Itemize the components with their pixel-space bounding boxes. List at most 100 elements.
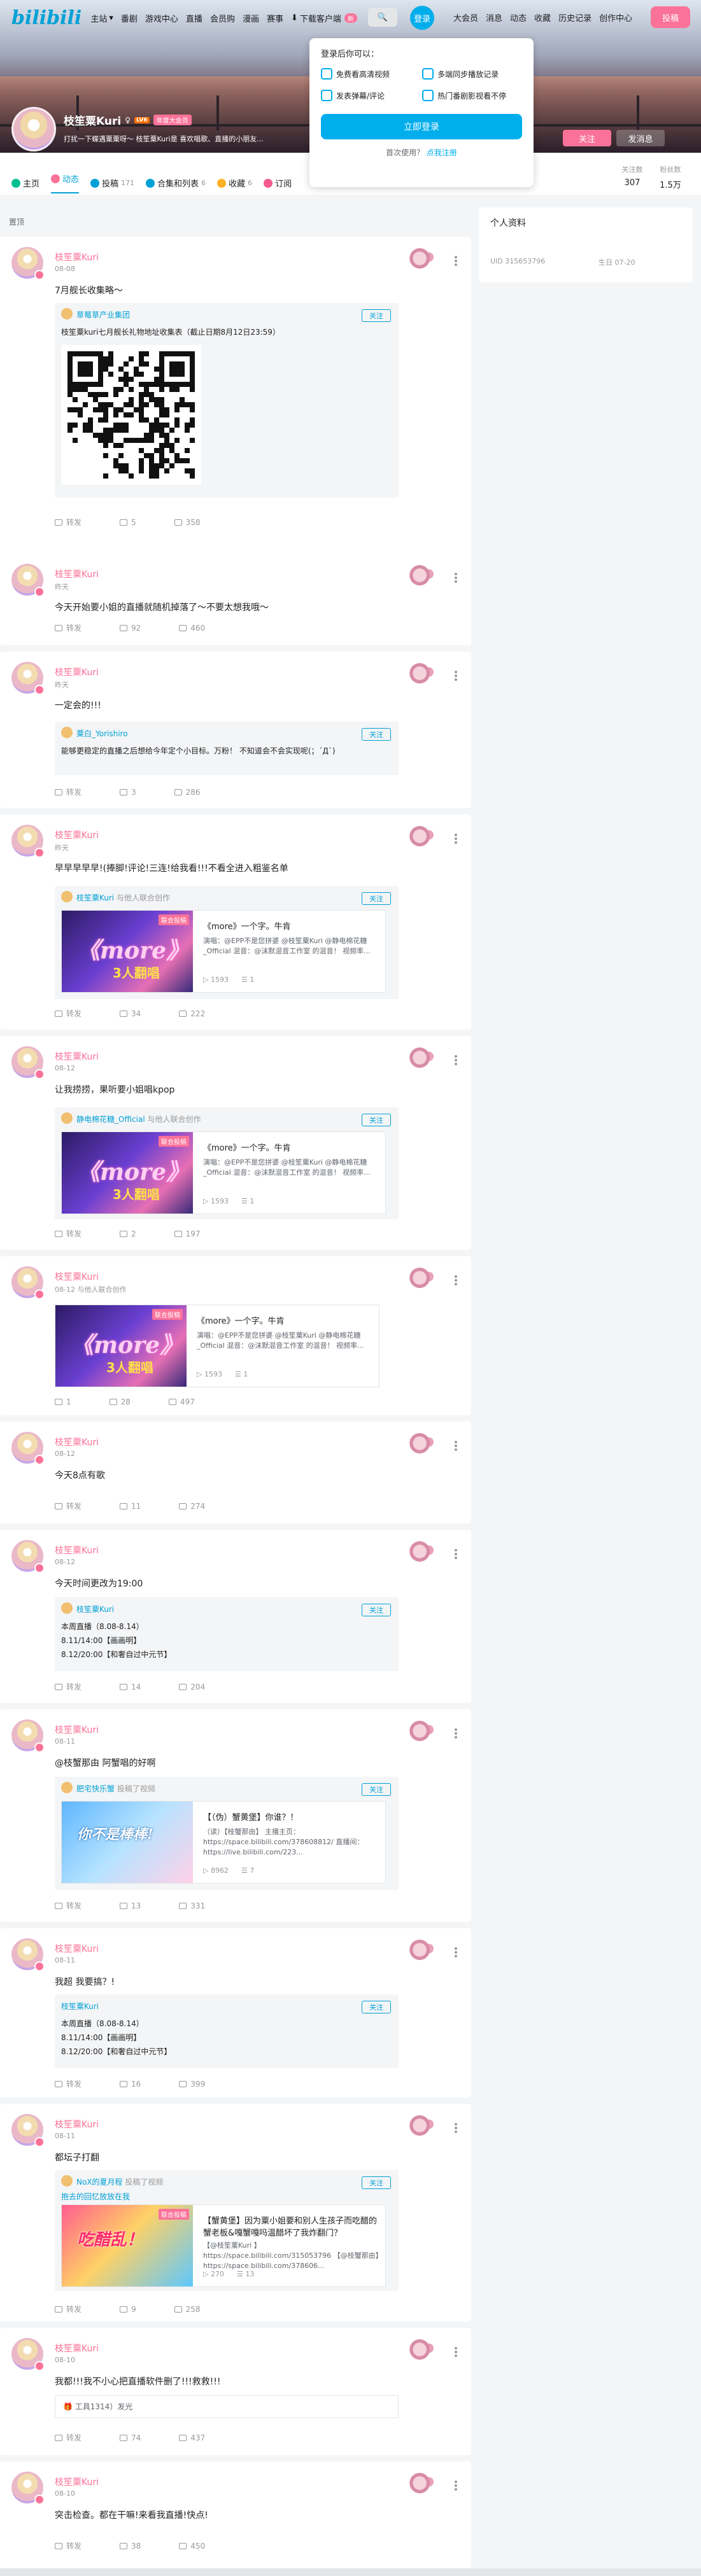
avatar[interactable] [11,1046,45,1079]
video-card[interactable]: 《more》 3人翻唱 联合投稿 《more》一个字。牛肯 演唱：@EPP不是您拼婆… [61,1131,386,1214]
repost-author[interactable]: 粟白_Yorishiro [76,728,128,739]
tab-subscriptions[interactable]: 订阅 [264,172,292,193]
share-button[interactable]: 转发 [55,1501,81,1511]
video-cover[interactable]: 《more》 3人翻唱 联合投稿 [62,911,193,992]
stat-followers[interactable]: 粉丝数 1.5万 [651,164,690,190]
more-icon[interactable] [455,834,457,844]
avatar[interactable] [11,2114,45,2147]
post-author[interactable]: 枝笙粟Kuri [55,1942,99,1955]
video-cover[interactable]: 你不是棒棒! [62,1802,193,1883]
nav-anime[interactable]: 番剧 [121,12,138,24]
avatar[interactable] [11,2338,45,2371]
like-button[interactable]: 286 [174,787,201,797]
share-button[interactable]: 转发 [55,2078,81,2089]
more-icon[interactable] [455,1055,457,1065]
stat-following[interactable]: 关注数 307 [613,164,651,188]
repost-author[interactable]: 肥宅快乐蟹 投稿了视频 [76,1783,155,1794]
comment-button[interactable]: 3 [120,787,136,797]
avatar[interactable] [11,1938,45,1971]
avatar[interactable] [61,1112,73,1124]
share-button[interactable]: 转发 [55,1900,81,1911]
nav-game-center[interactable]: 游戏中心 [145,12,178,24]
message-button[interactable]: 发消息 [616,130,665,146]
comment-button[interactable]: 5 [120,517,136,528]
more-icon[interactable] [455,1275,457,1285]
share-button[interactable]: 转发 [55,517,81,528]
follow-button[interactable]: 关注 [362,1114,391,1126]
follow-button[interactable]: 关注 [362,1783,391,1796]
video-title[interactable]: 【（伪）蟹黄堡】你谁？！ [203,1810,381,1823]
comment-button[interactable]: 2 [120,1228,136,1239]
follow-button[interactable]: 关注 [362,728,391,741]
avatar[interactable] [11,1266,45,1299]
post-author[interactable]: 枝笙粟Kuri [55,2475,99,2488]
post-author[interactable]: 枝笙粟Kuri [55,1723,99,1736]
post-author[interactable]: 枝笙粟Kuri [55,1270,99,1283]
video-card[interactable]: 《more》 3人翻唱 联合投稿 《more》一个字。牛肯 演唱：@EPP不是您拼婆… [61,910,386,993]
login-now-button[interactable]: 立即登录 [321,114,522,139]
horizontal-scrollbar[interactable] [0,2568,701,2576]
follow-button[interactable]: 关注 [563,130,611,146]
avatar[interactable] [61,2175,73,2187]
repost-author[interactable]: 枝笙粟Kuri [61,2001,99,2012]
like-button[interactable]: 331 [179,1900,205,1911]
repost-author[interactable]: NoX的夏月程 投稿了视频 [76,2176,163,2187]
follow-button[interactable]: 关注 [362,892,391,905]
video-title[interactable]: 《more》一个字。牛肯 [203,1141,381,1153]
nav-esports[interactable]: 赛事 [267,12,283,24]
topic-tag[interactable]: 抱去的回忆放放在我 [61,2190,130,2203]
like-button[interactable]: 399 [179,2078,205,2089]
comment-button[interactable]: 34 [120,1008,141,1019]
more-icon[interactable] [455,2481,457,2491]
more-icon[interactable] [455,1947,457,1957]
video-cover[interactable]: 《more》 3人翻唱 联合投稿 [62,1132,193,1214]
comment-button[interactable]: 74 [120,2432,141,2443]
tab-dynamics[interactable]: 动态 [51,172,80,193]
post-author[interactable]: 枝笙粟Kuri [55,1050,99,1063]
avatar[interactable] [11,564,45,597]
avatar[interactable] [11,2472,45,2505]
more-icon[interactable] [455,573,457,583]
share-button[interactable]: 转发 [55,1008,81,1019]
repost-author[interactable]: 草莓草产业集团 [76,309,130,320]
like-button[interactable]: 460 [179,622,205,633]
post-author[interactable]: 枝笙粟Kuri [55,568,99,580]
video-cover[interactable]: 吃醋乱！ 联合投稿 [62,2205,193,2286]
more-icon[interactable] [455,1441,457,1451]
like-button[interactable]: 358 [174,517,201,528]
share-button[interactable]: 转发 [55,2304,81,2314]
share-button[interactable]: 转发 [55,787,81,797]
tab-collections[interactable]: 合集和列表 6 [146,172,206,193]
avatar[interactable] [11,247,45,280]
more-icon[interactable] [455,2347,457,2357]
share-button[interactable]: 转发 [55,1228,81,1239]
video-title[interactable]: 《more》一个字。牛肯 [197,1314,375,1326]
avatar[interactable] [11,1540,45,1573]
repost-author[interactable]: 枝笙粟Kuri [76,1604,114,1614]
more-icon[interactable] [455,1549,457,1559]
follow-button[interactable]: 关注 [362,309,391,322]
share-button[interactable]: 转发 [55,2540,81,2551]
avatar[interactable] [11,825,45,858]
video-card[interactable]: 吃醋乱！ 联合投稿 【蟹黄堡】因为粟小姐要和别人生孩子而吃醋的蟹老板&嘎蟹嘎吗温醋… [61,2204,386,2287]
like-button[interactable]: 222 [179,1008,205,1019]
like-button[interactable]: 450 [179,2540,205,2551]
nav-live[interactable]: 直播 [186,12,202,24]
share-button[interactable]: 转发 [55,1681,81,1692]
repost-author[interactable]: 静电棉花糖_Official 与他人联合创作 [76,1114,201,1124]
like-button[interactable]: 274 [179,1501,205,1511]
comment-button[interactable]: 92 [120,622,141,633]
nav-download-client[interactable]: ⬇ 下载客户端新 [291,12,357,24]
post-author[interactable]: 枝笙粟Kuri [55,1436,99,1448]
nav-mall[interactable]: 会员购 [210,12,235,24]
qr-code-image[interactable] [61,345,201,485]
share-button[interactable]: 转发 [55,622,81,633]
share-button[interactable]: 转发 [55,2432,81,2443]
nav-manga[interactable]: 漫画 [243,12,259,24]
nav-main-site[interactable]: 主站 ▾ [90,12,113,24]
avatar[interactable] [11,1432,45,1465]
post-author[interactable]: 枝笙粟Kuri [55,666,99,678]
like-button[interactable]: 497 [168,1397,195,1406]
lottery-box[interactable]: 🎁 工具1314）发光 [55,2395,399,2418]
comment-button[interactable]: 14 [120,1681,141,1692]
